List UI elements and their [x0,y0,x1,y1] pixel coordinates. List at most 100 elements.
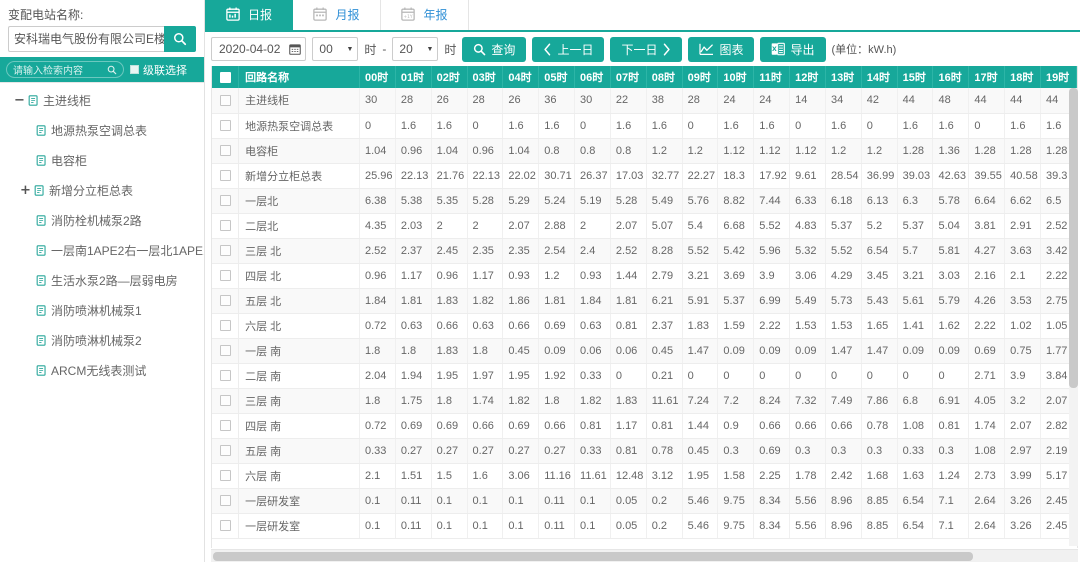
horizontal-scrollbar[interactable] [211,549,1078,562]
row-checkbox[interactable] [220,445,231,456]
report-table-scroll[interactable]: 回路名称 00时 01时 02时 03时 04时 05时 06时 07时 08时… [211,66,1078,548]
row-select-cell[interactable] [212,438,239,463]
row-checkbox[interactable] [220,170,231,181]
column-header-h18[interactable]: 18时 [1005,66,1041,88]
column-header-h19[interactable]: 19时 [1041,66,1077,88]
table-row[interactable]: 五层 南0.330.270.270.270.270.270.330.810.78… [212,438,1077,463]
row-select-cell[interactable] [212,388,239,413]
table-row[interactable]: 二层北4.352.03222.072.8822.075.075.46.685.5… [212,213,1077,238]
tree-node-sprinkler-pump-2[interactable]: 消防喷淋机械泵2 [0,325,204,355]
row-checkbox[interactable] [220,95,231,106]
table-row[interactable]: 二层 南2.041.941.951.971.951.920.3300.21000… [212,363,1077,388]
vertical-scrollbar[interactable] [1069,88,1078,546]
select-all-header[interactable] [212,66,239,88]
row-checkbox[interactable] [220,145,231,156]
row-select-cell[interactable] [212,413,239,438]
row-checkbox[interactable] [220,495,231,506]
station-input[interactable]: 安科瑞电气股份有限公司E楼 [8,26,164,52]
tree-node-new-split-cabinet-total[interactable]: + 新增分立柜总表 [0,175,204,205]
table-row[interactable]: 一层 南1.81.81.831.80.450.090.060.060.451.4… [212,338,1077,363]
cascade-checkbox[interactable] [130,65,139,74]
tree-node-main-incoming[interactable]: − 主进线柜 [0,85,204,115]
row-checkbox[interactable] [220,345,231,356]
table-row[interactable]: 三层 南1.81.751.81.741.821.81.821.8311.617.… [212,388,1077,413]
expand-toggle-icon[interactable]: + [20,183,30,198]
table-row[interactable]: 一层研发室0.10.110.10.10.10.110.10.050.25.469… [212,513,1077,538]
row-select-cell[interactable] [212,113,239,138]
row-checkbox[interactable] [220,195,231,206]
row-select-cell[interactable] [212,488,239,513]
tree-node-f1-south-ape2-north-ape1[interactable]: 一层南1APE2右一层北1APE1左 [0,235,204,265]
column-header-h01[interactable]: 01时 [395,66,431,88]
row-checkbox[interactable] [220,270,231,281]
column-header-h00[interactable]: 00时 [359,66,395,88]
hour-from-select[interactable]: 00 ▼ [312,37,358,61]
table-row[interactable]: 地源热泵空调总表01.61.601.61.601.61.601.61.601.6… [212,113,1077,138]
station-search-button[interactable] [164,26,196,52]
table-row[interactable]: 一层北6.385.385.355.285.295.245.195.285.495… [212,188,1077,213]
column-header-h05[interactable]: 05时 [539,66,575,88]
row-select-cell[interactable] [212,213,239,238]
vertical-scrollbar-thumb[interactable] [1069,88,1078,388]
tab-daily-report[interactable]: 日报 [205,0,293,30]
tab-monthly-report[interactable]: 月报 [293,0,381,30]
row-checkbox[interactable] [220,370,231,381]
query-button[interactable]: 查询 [462,37,526,62]
column-header-h14[interactable]: 14时 [861,66,897,88]
row-select-cell[interactable] [212,313,239,338]
table-row[interactable]: 新增分立柜总表25.9622.1321.7622.1322.0230.7126.… [212,163,1077,188]
row-checkbox[interactable] [220,295,231,306]
row-select-cell[interactable] [212,363,239,388]
row-select-cell[interactable] [212,263,239,288]
row-select-cell[interactable] [212,288,239,313]
table-row[interactable]: 电容柜1.040.961.040.961.040.80.80.81.21.21.… [212,138,1077,163]
column-header-h13[interactable]: 13时 [825,66,861,88]
column-header-h10[interactable]: 10时 [718,66,754,88]
cascade-select-toggle[interactable]: 级联选择 [130,62,187,78]
column-header-h09[interactable]: 09时 [682,66,718,88]
collapse-toggle-icon[interactable]: − [14,93,24,108]
row-select-cell[interactable] [212,163,239,188]
export-button[interactable]: X 导出 [760,37,825,62]
column-header-h02[interactable]: 02时 [431,66,467,88]
horizontal-scrollbar-thumb[interactable] [213,552,973,561]
table-row[interactable]: 五层 北1.841.811.831.821.861.811.841.816.21… [212,288,1077,313]
row-checkbox[interactable] [220,520,231,531]
tree-node-arcm-wireless-meter-test[interactable]: ARCM无线表测试 [0,355,204,385]
column-header-circuit-name[interactable]: 回路名称 [239,66,360,88]
select-all-checkbox[interactable] [220,72,231,83]
column-header-h11[interactable]: 11时 [754,66,790,88]
column-header-h16[interactable]: 16时 [933,66,969,88]
calendar-icon[interactable] [289,43,301,55]
tab-yearly-report[interactable]: +1Y 年报 [381,0,469,30]
chart-button[interactable]: 图表 [688,37,754,62]
row-checkbox[interactable] [220,395,231,406]
tree-node-sprinkler-pump-1[interactable]: 消防喷淋机械泵1 [0,295,204,325]
column-header-h17[interactable]: 17时 [969,66,1005,88]
table-row[interactable]: 六层 南2.11.511.51.63.0611.1611.6112.483.12… [212,463,1077,488]
table-row[interactable]: 六层 北0.720.630.660.630.660.690.630.812.37… [212,313,1077,338]
table-row[interactable]: 四层 南0.720.690.690.660.690.660.811.170.81… [212,413,1077,438]
date-picker[interactable]: 2020-04-02 [211,37,306,61]
prev-day-button[interactable]: 上一日 [532,37,604,62]
column-header-h06[interactable]: 06时 [575,66,611,88]
hour-to-select[interactable]: 20 ▼ [392,37,438,61]
tree-node-capacitor-cabinet[interactable]: 电容柜 [0,145,204,175]
tree-search-input[interactable]: 请输入检索内容 [6,61,124,78]
row-select-cell[interactable] [212,513,239,538]
table-row[interactable]: 三层 北2.522.372.452.352.352.542.42.528.285… [212,238,1077,263]
column-header-h08[interactable]: 08时 [646,66,682,88]
row-checkbox[interactable] [220,320,231,331]
column-header-h07[interactable]: 07时 [610,66,646,88]
table-row[interactable]: 主进线柜302826282636302238282424143442444844… [212,88,1077,113]
row-checkbox[interactable] [220,120,231,131]
row-select-cell[interactable] [212,88,239,113]
tree-node-hydrant-pump-2[interactable]: 消防栓机械泵2路 [0,205,204,235]
row-select-cell[interactable] [212,188,239,213]
column-header-h03[interactable]: 03时 [467,66,503,88]
tree-node-domestic-water-pump-2[interactable]: 生活水泵2路—层弱电房 [0,265,204,295]
table-row[interactable]: 一层研发室0.10.110.10.10.10.110.10.050.25.469… [212,488,1077,513]
row-checkbox[interactable] [220,470,231,481]
column-header-h12[interactable]: 12时 [790,66,826,88]
table-row[interactable]: 四层 北0.961.170.961.170.931.20.931.442.793… [212,263,1077,288]
